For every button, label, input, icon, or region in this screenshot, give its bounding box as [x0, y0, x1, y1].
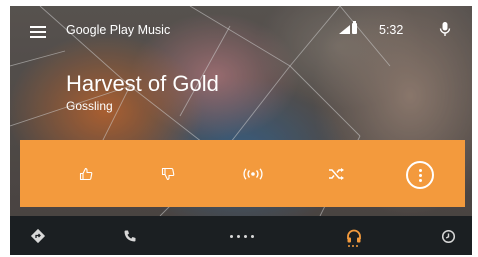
headphones-icon — [347, 229, 361, 242]
nav-more-apps-button[interactable] — [222, 224, 262, 248]
shuffle-button[interactable] — [322, 160, 350, 188]
radio-button[interactable] — [239, 160, 267, 188]
nav-navigation-button[interactable] — [25, 224, 51, 248]
active-indicator — [348, 245, 358, 247]
radio-icon — [243, 168, 263, 180]
mic-icon[interactable] — [439, 21, 451, 37]
app-title: Google Play Music — [66, 23, 171, 37]
navigation-icon — [30, 228, 46, 244]
more-options-icon — [418, 168, 422, 183]
thumbs-down-icon — [161, 167, 175, 181]
playback-controls — [20, 140, 465, 207]
track-title: Harvest of Gold — [66, 71, 219, 96]
nav-headphones-button[interactable] — [341, 224, 367, 248]
thumbs-down-button[interactable] — [154, 160, 182, 188]
track-artist: Gossling — [66, 99, 113, 113]
nav-phone-button[interactable] — [117, 224, 143, 248]
battery-icon — [352, 21, 357, 34]
phone-icon — [124, 230, 136, 242]
nav-overview-button[interactable] — [435, 224, 461, 248]
overview-icon — [441, 229, 455, 243]
thumbs-up-button[interactable] — [72, 160, 100, 188]
bottom-nav-bar — [10, 216, 472, 255]
more-options-button[interactable] — [406, 161, 434, 189]
status-bar: Google Play Music 5:32 — [10, 6, 472, 54]
more-apps-icon — [230, 234, 254, 238]
status-time: 5:32 — [379, 23, 404, 37]
menu-icon[interactable] — [30, 26, 46, 38]
signal-icon — [339, 25, 350, 34]
thumbs-up-icon — [79, 167, 93, 181]
shuffle-icon — [329, 168, 344, 180]
android-auto-screen: Google Play Music 5:32 Harvest of Gold G… — [10, 6, 472, 255]
